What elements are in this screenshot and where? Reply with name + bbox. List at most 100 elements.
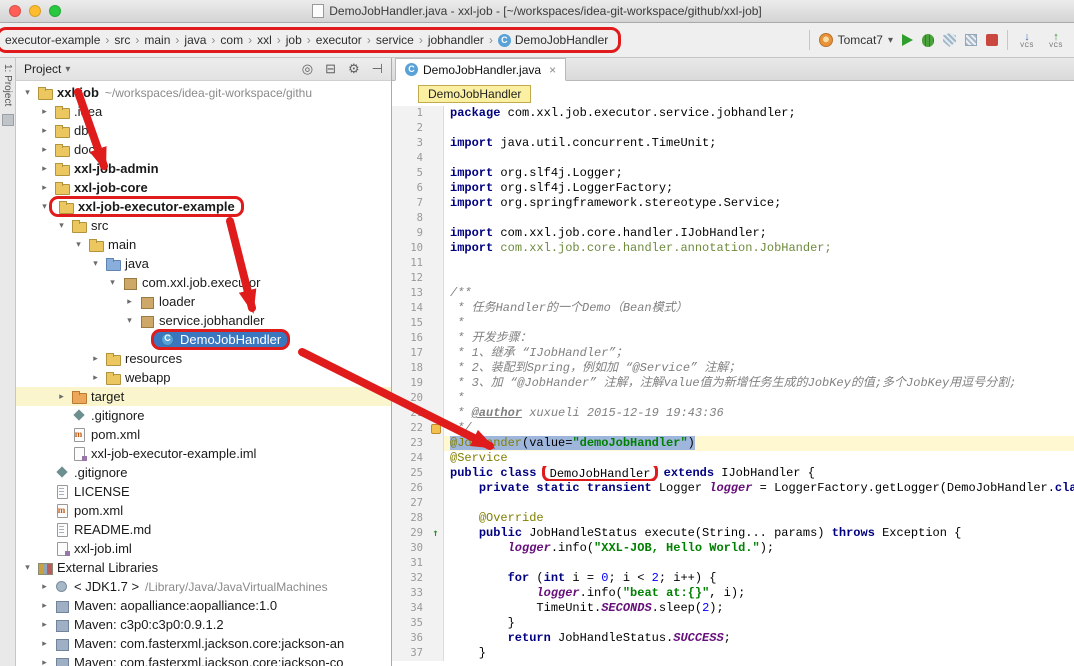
code-text[interactable]: * 1、继承 “IJobHandler”； xyxy=(444,346,1074,361)
code-line[interactable]: 24@Service xyxy=(392,451,1074,466)
gutter[interactable]: 3 xyxy=(392,136,444,151)
collapse-all-icon[interactable]: ⊟ xyxy=(325,61,336,77)
tree-item[interactable]: ▸< JDK1.7 >/Library/Java/JavaVirtualMach… xyxy=(16,577,391,596)
code-text[interactable]: public class DemoJobHandler extends IJob… xyxy=(444,466,1074,481)
gutter[interactable]: 35 xyxy=(392,616,444,631)
tree-item[interactable]: ▸resources xyxy=(16,349,391,368)
breadcrumb-item[interactable]: src xyxy=(114,33,130,47)
tree-item[interactable]: .gitignore xyxy=(16,463,391,482)
code-line[interactable]: 23@JobHander(value="demoJobHandler") xyxy=(392,436,1074,451)
gutter[interactable]: 28 xyxy=(392,511,444,526)
gutter[interactable]: 27 xyxy=(392,496,444,511)
code-line[interactable]: 31 xyxy=(392,556,1074,571)
breadcrumb-item[interactable]: jobhandler xyxy=(428,33,484,47)
tree-item[interactable]: pom.xml xyxy=(16,501,391,520)
stop-button[interactable] xyxy=(986,34,998,46)
tree-item[interactable]: ▸db xyxy=(16,121,391,140)
tree-item[interactable]: xxl-job-executor-example.iml xyxy=(16,444,391,463)
code-text[interactable] xyxy=(444,151,1074,166)
code-text[interactable]: private static transient Logger logger =… xyxy=(444,481,1074,496)
code-text[interactable]: * 3、加 “@JobHander” 注解，注解value值为新增任务生成的Jo… xyxy=(444,376,1074,391)
tree-item[interactable]: DemoJobHandler xyxy=(16,330,391,349)
tree-item[interactable]: .gitignore xyxy=(16,406,391,425)
code-line[interactable]: 29↑ public JobHandleStatus execute(Strin… xyxy=(392,526,1074,541)
chevron-down-icon[interactable]: ▾ xyxy=(106,277,119,288)
tree-item[interactable]: ▸xxl-job-admin xyxy=(16,159,391,178)
breadcrumb-item[interactable]: service xyxy=(376,33,414,47)
code-editor[interactable]: 1package com.xxl.job.executor.service.jo… xyxy=(392,106,1074,666)
editor-tab[interactable]: C DemoJobHandler.java × xyxy=(395,58,566,81)
gutter[interactable]: 22 xyxy=(392,421,444,436)
code-text[interactable] xyxy=(444,271,1074,286)
code-line[interactable]: 8 xyxy=(392,211,1074,226)
tree-item[interactable]: ▾xxl-job~/workspaces/idea-git-workspace/… xyxy=(16,83,391,102)
code-line[interactable]: 22 */ xyxy=(392,421,1074,436)
code-line[interactable]: 12 xyxy=(392,271,1074,286)
gutter[interactable]: 1 xyxy=(392,106,444,121)
code-line[interactable]: 19 * 3、加 “@JobHander” 注解，注解value值为新增任务生成… xyxy=(392,376,1074,391)
chevron-down-icon[interactable]: ▾ xyxy=(72,239,85,250)
code-text[interactable]: import com.xxl.job.core.handler.annotati… xyxy=(444,241,1074,256)
gutter[interactable]: 34 xyxy=(392,601,444,616)
gutter[interactable]: 37 xyxy=(392,646,444,661)
project-tool-window-button[interactable]: 1: Project xyxy=(2,64,13,106)
coverage-button[interactable] xyxy=(943,33,956,47)
code-line[interactable]: 20 * xyxy=(392,391,1074,406)
code-line[interactable]: 27 xyxy=(392,496,1074,511)
code-text[interactable]: /** xyxy=(444,286,1074,301)
hide-panel-icon[interactable]: ⊣ xyxy=(372,61,383,77)
gutter[interactable]: 29↑ xyxy=(392,526,444,541)
code-line[interactable]: 33 logger.info("beat at:{}", i); xyxy=(392,586,1074,601)
gutter[interactable]: 21 xyxy=(392,406,444,421)
tree-item[interactable]: ▸Maven: com.fasterxml.jackson.core:jacks… xyxy=(16,653,391,666)
code-line[interactable]: 1package com.xxl.job.executor.service.jo… xyxy=(392,106,1074,121)
code-line[interactable]: 16 * 开发步骤： xyxy=(392,331,1074,346)
code-line[interactable]: 32 for (int i = 0; i < 2; i++) { xyxy=(392,571,1074,586)
code-line[interactable]: 15 * xyxy=(392,316,1074,331)
chevron-down-icon[interactable]: ▾ xyxy=(21,562,34,573)
tree-item[interactable]: ▾com.xxl.job.executor xyxy=(16,273,391,292)
gutter[interactable]: 32 xyxy=(392,571,444,586)
gutter[interactable]: 24 xyxy=(392,451,444,466)
tree-item[interactable]: ▸Maven: c3p0:c3p0:0.9.1.2 xyxy=(16,615,391,634)
code-line[interactable]: 21 * @author xuxueli 2015-12-19 19:43:36 xyxy=(392,406,1074,421)
code-text[interactable]: import org.slf4j.LoggerFactory; xyxy=(444,181,1074,196)
gutter[interactable]: 4 xyxy=(392,151,444,166)
code-text[interactable]: for (int i = 0; i < 2; i++) { xyxy=(444,571,1074,586)
chevron-right-icon[interactable]: ▸ xyxy=(89,372,102,383)
code-text[interactable] xyxy=(444,121,1074,136)
code-text[interactable]: * xyxy=(444,316,1074,331)
gutter[interactable]: 33 xyxy=(392,586,444,601)
tree-item[interactable]: ▸Maven: aopalliance:aopalliance:1.0 xyxy=(16,596,391,615)
tree-item[interactable]: ▾service.jobhandler xyxy=(16,311,391,330)
gutter[interactable]: 9 xyxy=(392,226,444,241)
code-line[interactable]: 17 * 1、继承 “IJobHandler”； xyxy=(392,346,1074,361)
code-text[interactable]: import java.util.concurrent.TimeUnit; xyxy=(444,136,1074,151)
tree-item[interactable]: ▾src xyxy=(16,216,391,235)
tree-item[interactable]: ▾xxl-job-executor-example xyxy=(16,197,391,216)
gutter[interactable]: 10 xyxy=(392,241,444,256)
chevron-right-icon[interactable]: ▸ xyxy=(38,638,51,649)
code-text[interactable]: */ xyxy=(444,421,1074,436)
gutter[interactable]: 14 xyxy=(392,301,444,316)
code-line[interactable]: 2 xyxy=(392,121,1074,136)
code-text[interactable] xyxy=(444,211,1074,226)
chevron-down-icon[interactable]: ▾ xyxy=(89,258,102,269)
code-text[interactable]: logger.info("XXL-JOB, Hello World."); xyxy=(444,541,1074,556)
code-line[interactable]: 18 * 2、装配到Spring，例如加 “@Service” 注解； xyxy=(392,361,1074,376)
chevron-right-icon[interactable]: ▸ xyxy=(38,581,51,592)
run-button[interactable] xyxy=(902,34,913,46)
gutter[interactable]: 18 xyxy=(392,361,444,376)
gutter[interactable]: 6 xyxy=(392,181,444,196)
code-line[interactable]: 30 logger.info("XXL-JOB, Hello World."); xyxy=(392,541,1074,556)
tree-item[interactable]: ▸.idea xyxy=(16,102,391,121)
chevron-right-icon[interactable]: ▸ xyxy=(89,353,102,364)
code-line[interactable]: 14 * 任务Handler的一个Demo（Bean模式） xyxy=(392,301,1074,316)
code-text[interactable]: import org.springframework.stereotype.Se… xyxy=(444,196,1074,211)
breadcrumb-item[interactable]: CDemoJobHandler xyxy=(498,33,608,47)
gutter[interactable]: 2 xyxy=(392,121,444,136)
code-text[interactable]: import org.slf4j.Logger; xyxy=(444,166,1074,181)
gutter[interactable]: 12 xyxy=(392,271,444,286)
code-line[interactable]: 36 return JobHandleStatus.SUCCESS; xyxy=(392,631,1074,646)
close-window-button[interactable] xyxy=(9,5,21,17)
